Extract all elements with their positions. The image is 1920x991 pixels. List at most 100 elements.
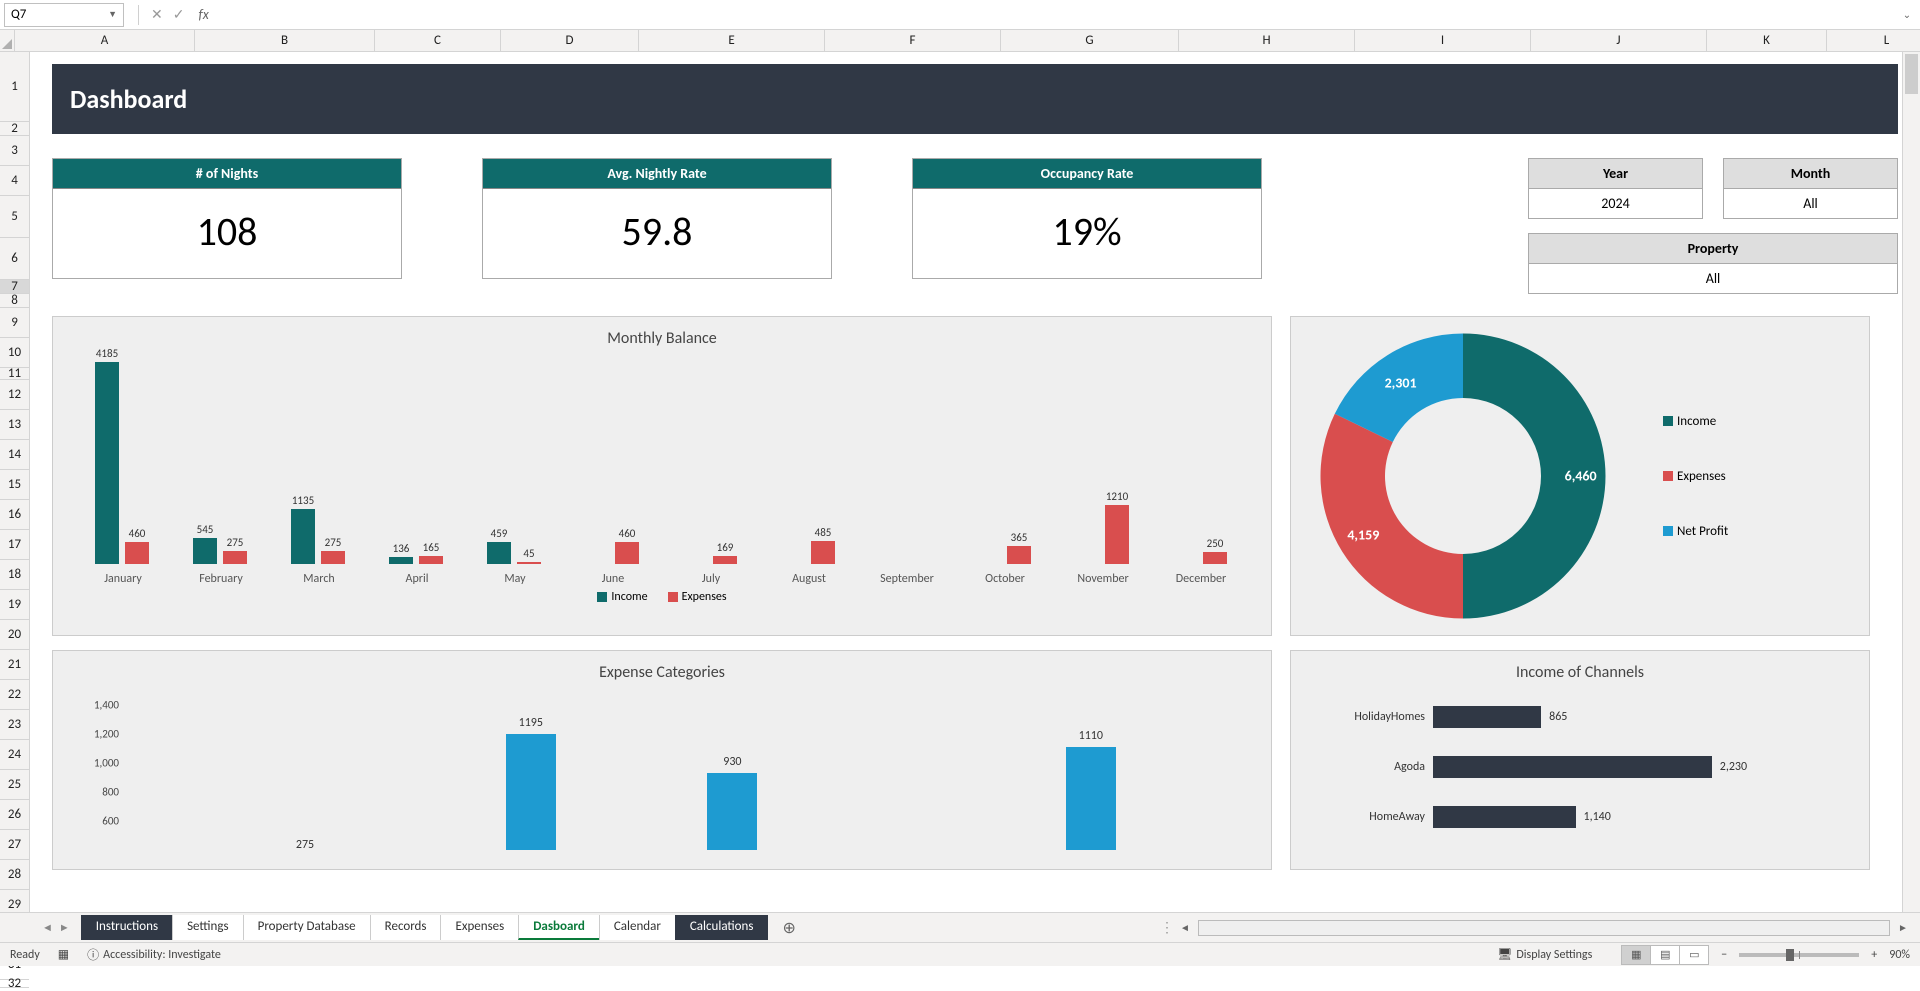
cancel-icon[interactable]: ✕ <box>151 6 163 23</box>
column-header[interactable]: I <box>1355 30 1531 51</box>
column-header[interactable]: F <box>825 30 1001 51</box>
sheet-tab[interactable]: Records <box>370 915 442 940</box>
column-header[interactable]: A <box>15 30 195 51</box>
sheet-tab[interactable]: Property Database <box>243 915 371 940</box>
fx-icon[interactable]: fx <box>198 6 208 23</box>
chart-plot-area: 4185460January545275February1135275March… <box>75 356 1249 586</box>
drag-handle-icon[interactable]: ⋮ <box>1160 919 1172 936</box>
row-header[interactable]: 17 <box>0 530 29 560</box>
zoom-level[interactable]: 90% <box>1889 948 1910 962</box>
scroll-left-icon[interactable]: ◄ <box>1176 921 1194 934</box>
legend-label: Net Profit <box>1677 524 1728 539</box>
display-settings-button[interactable]: 🖥 Display Settings <box>1497 947 1592 962</box>
expand-formula-icon[interactable]: ⌄ <box>1898 8 1916 21</box>
status-accessibility[interactable]: ⓘ Accessibility: Investigate <box>87 946 221 963</box>
view-normal-icon[interactable]: ▦ <box>1621 945 1651 965</box>
tab-nav: ◄ ► <box>30 921 82 934</box>
macro-record-icon[interactable]: ▦ <box>58 947 69 962</box>
row-header[interactable]: 3 <box>0 136 29 166</box>
legend-label: Income <box>1677 414 1716 429</box>
row-header[interactable]: 21 <box>0 650 29 680</box>
row-header[interactable]: 23 <box>0 710 29 740</box>
scroll-right-icon[interactable]: ► <box>1894 921 1912 934</box>
row-header[interactable]: 32 <box>0 980 29 988</box>
chart-title: Income of Channels <box>1303 663 1857 682</box>
column-header[interactable]: K <box>1707 30 1827 51</box>
horizontal-scrollbar[interactable]: ⋮ ◄ ► <box>1160 919 1920 936</box>
row-header[interactable]: 8 <box>0 294 29 308</box>
row-header[interactable]: 9 <box>0 308 29 338</box>
view-pagelayout-icon[interactable]: ▤ <box>1650 945 1680 965</box>
filter-label: Month <box>1724 159 1897 189</box>
select-all-corner[interactable] <box>0 30 15 51</box>
sheet-tab[interactable]: Settings <box>172 915 244 940</box>
confirm-icon[interactable]: ✓ <box>173 6 185 23</box>
chart-expense-categories[interactable]: Expense Categories 6008001,0001,2001,400… <box>52 650 1272 870</box>
column-header[interactable]: H <box>1179 30 1355 51</box>
row-header[interactable]: 2 <box>0 122 29 136</box>
row-header[interactable]: 11 <box>0 368 29 380</box>
row-header[interactable]: 1 <box>0 52 29 122</box>
kpi-title: # of Nights <box>53 159 401 189</box>
row-header[interactable]: 4 <box>0 166 29 196</box>
column-header[interactable]: C <box>375 30 501 51</box>
row-header[interactable]: 28 <box>0 860 29 890</box>
row-header[interactable]: 15 <box>0 470 29 500</box>
tab-nav-next-icon[interactable]: ► <box>59 921 70 934</box>
column-header[interactable]: G <box>1001 30 1179 51</box>
kpi-avg-rate: Avg. Nightly Rate 59.8 <box>482 158 832 279</box>
row-header[interactable]: 5 <box>0 196 29 238</box>
row-header[interactable]: 6 <box>0 238 29 280</box>
row-header[interactable]: 7 <box>0 280 29 294</box>
row-header[interactable]: 26 <box>0 800 29 830</box>
view-pagebreak-icon[interactable]: ▭ <box>1679 945 1709 965</box>
column-header[interactable]: D <box>501 30 639 51</box>
sheet-tab[interactable]: Expenses <box>440 915 519 940</box>
sheet-tab-bar: ◄ ► InstructionsSettingsProperty Databas… <box>0 912 1920 942</box>
chart-donut[interactable]: 6,460 4,159 2,301 Income Expenses Net Pr… <box>1290 316 1870 636</box>
name-box[interactable]: Q7 ▼ <box>4 3 124 27</box>
row-header[interactable]: 16 <box>0 500 29 530</box>
add-sheet-button[interactable]: ⊕ <box>768 918 809 938</box>
row-header[interactable]: 20 <box>0 620 29 650</box>
sheet-tab[interactable]: Dasboard <box>518 915 600 940</box>
row-header[interactable]: 12 <box>0 380 29 410</box>
column-header[interactable]: B <box>195 30 375 51</box>
tab-nav-prev-icon[interactable]: ◄ <box>42 921 53 934</box>
row-header[interactable]: 13 <box>0 410 29 440</box>
row-header[interactable]: 25 <box>0 770 29 800</box>
column-header[interactable]: E <box>639 30 825 51</box>
row-header[interactable]: 22 <box>0 680 29 710</box>
zoom-out-button[interactable]: − <box>1721 948 1727 962</box>
donut-label-netprofit: 2,301 <box>1385 374 1417 391</box>
view-buttons: ▦ ▤ ▭ <box>1622 945 1709 965</box>
filter-label: Year <box>1529 159 1702 189</box>
row-header[interactable]: 14 <box>0 440 29 470</box>
scrollbar-thumb[interactable] <box>1905 54 1918 94</box>
grid-area[interactable]: Dashboard # of Nights 108 Avg. Nightly R… <box>30 52 1920 912</box>
formula-input[interactable] <box>221 3 1892 27</box>
chevron-down-icon[interactable]: ▼ <box>108 9 117 20</box>
filter-label: Property <box>1529 234 1897 264</box>
row-header[interactable]: 18 <box>0 560 29 590</box>
row-header[interactable]: 27 <box>0 830 29 860</box>
chart-monthly-balance[interactable]: Monthly Balance 4185460January545275Febr… <box>52 316 1272 636</box>
scroll-track[interactable] <box>1198 920 1890 936</box>
row-header[interactable]: 19 <box>0 590 29 620</box>
filter-value: 2024 <box>1529 189 1702 218</box>
sheet-tab[interactable]: Calculations <box>675 915 769 940</box>
chart-income-channels[interactable]: Income of Channels HolidayHomes865Agoda2… <box>1290 650 1870 870</box>
vertical-scrollbar[interactable] <box>1902 52 1920 912</box>
sheet-tab[interactable]: Instructions <box>81 915 173 940</box>
zoom-slider[interactable] <box>1739 953 1859 957</box>
sheet-tab[interactable]: Calendar <box>599 915 676 940</box>
zoom-in-button[interactable]: + <box>1871 948 1877 962</box>
column-header[interactable]: J <box>1531 30 1707 51</box>
row-header[interactable]: 24 <box>0 740 29 770</box>
filter-month[interactable]: Month All <box>1723 158 1898 219</box>
row-header[interactable]: 10 <box>0 338 29 368</box>
column-header[interactable]: L <box>1827 30 1920 51</box>
filter-property[interactable]: Property All <box>1528 233 1898 294</box>
chart-plot-area: HolidayHomes865Agoda2,230HomeAway1,140 <box>1323 692 1837 842</box>
filter-year[interactable]: Year 2024 <box>1528 158 1703 219</box>
